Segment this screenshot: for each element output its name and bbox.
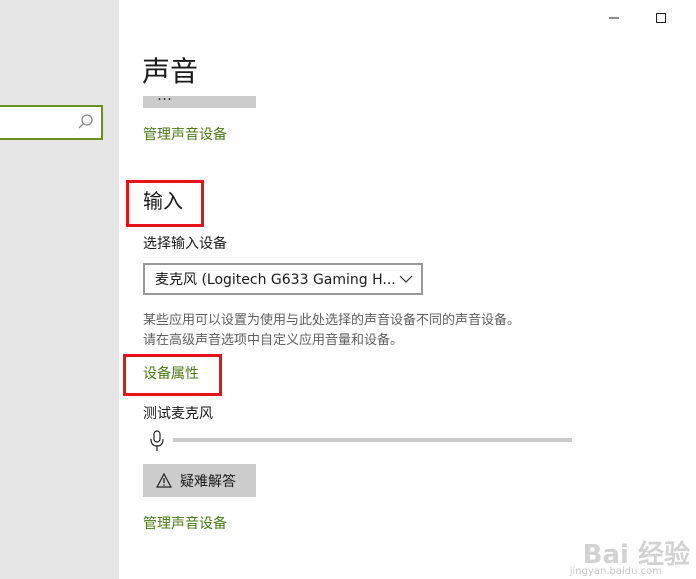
input-device-description: 某些应用可以设置为使用与此处选择的声音设备不同的声音设备。 请在高级声音选项中自… [143,311,603,351]
search-icon [78,114,93,129]
highlight-box-device-properties [123,354,222,396]
output-clipped-button[interactable]: … [143,96,256,108]
microphone-icon [150,430,164,451]
input-device-dropdown[interactable]: 麦克风 (Logitech G633 Gaming H... [143,263,423,295]
sidebar-pane [0,0,119,579]
test-microphone-label: 测试麦克风 [143,406,213,422]
output-clipped-button-label: … [157,96,172,104]
page-title: 声音 [142,55,199,88]
maximize-button[interactable] [651,8,671,28]
troubleshoot-label: 疑难解答 [180,474,236,490]
troubleshoot-button[interactable]: 疑难解答 [143,464,256,497]
description-line-2: 请在高级声音选项中自定义应用音量和设备。 [143,333,404,348]
warning-icon [156,473,172,488]
select-input-device-label: 选择输入设备 [143,236,227,252]
manage-sound-devices-link-top[interactable]: 管理声音设备 [143,125,227,145]
minimize-button[interactable] [604,8,624,28]
selected-input-device: 麦克风 (Logitech G633 Gaming H... [155,272,395,288]
search-input[interactable] [0,105,103,140]
description-line-1: 某些应用可以设置为使用与此处选择的声音设备不同的声音设备。 [143,313,521,328]
manage-sound-devices-link-bottom[interactable]: 管理声音设备 [143,514,227,534]
chevron-down-icon [399,275,413,283]
highlight-box-input [126,180,204,227]
baidu-watermark-url: jingyan.baidu.com [569,566,662,577]
mic-level-meter [173,438,572,442]
